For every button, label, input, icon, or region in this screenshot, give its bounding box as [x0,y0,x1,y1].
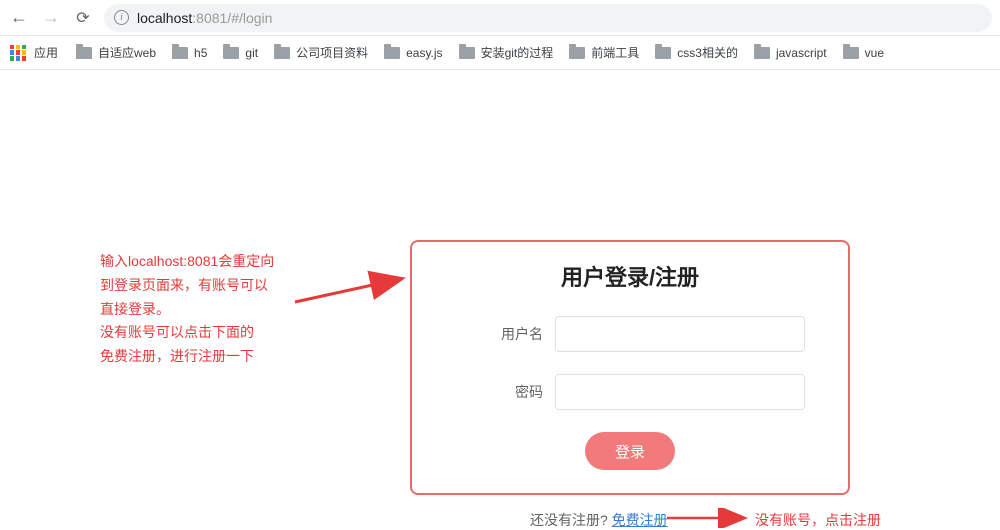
bookmark-item[interactable]: 前端工具 [565,44,643,61]
bookmark-item[interactable]: 安装git的过程 [455,44,558,61]
login-button[interactable]: 登录 [585,432,675,470]
folder-icon [655,47,671,59]
address-bar[interactable]: i localhost:8081/#/login [104,4,992,32]
url-text: localhost:8081/#/login [137,10,272,26]
login-card: 用户登录/注册 用户名 密码 登录 [410,240,850,495]
username-label: 用户名 [455,324,555,344]
bookmark-item[interactable]: 公司项目资料 [270,44,372,61]
folder-icon [223,47,239,59]
bookmark-item[interactable]: 自适应web [72,44,160,61]
forward-button[interactable]: → [40,7,62,28]
folder-icon [459,47,475,59]
password-label: 密码 [455,382,555,402]
reload-button[interactable]: ⟳ [72,8,94,28]
register-prompt: 还没有注册? 免费注册 [530,510,668,530]
apps-label[interactable]: 应用 [34,44,58,61]
folder-icon [76,47,92,59]
back-button[interactable]: ← [8,7,30,28]
annotation-left: 输入localhost:8081会重定向 到登录页面来，有账号可以 直接登录。 … [100,250,274,369]
folder-icon [172,47,188,59]
folder-icon [274,47,290,59]
register-link[interactable]: 免费注册 [612,512,668,528]
folder-icon [754,47,770,59]
folder-icon [843,47,859,59]
site-info-icon[interactable]: i [114,10,129,25]
arrow-icon [665,508,755,528]
login-title: 用户登录/注册 [432,260,828,292]
annotation-right: 没有账号，点击注册 [755,510,881,530]
arrow-icon [290,267,420,327]
password-row: 密码 [432,374,828,410]
username-row: 用户名 [432,316,828,352]
browser-toolbar: ← → ⟳ i localhost:8081/#/login [0,0,1000,36]
bookmark-item[interactable]: vue [839,46,888,60]
bookmarks-bar: 应用 自适应web h5 git 公司项目资料 easy.js 安装git的过程… [0,36,1000,70]
username-input[interactable] [555,316,805,352]
password-input[interactable] [555,374,805,410]
bookmark-item[interactable]: easy.js [380,46,446,60]
bookmark-item[interactable]: git [219,46,262,60]
bookmark-item[interactable]: javascript [750,46,831,60]
folder-icon [569,47,585,59]
apps-icon[interactable] [10,45,26,61]
bookmark-item[interactable]: h5 [168,46,211,60]
page-content: 输入localhost:8081会重定向 到登录页面来，有账号可以 直接登录。 … [0,70,1000,500]
folder-icon [384,47,400,59]
bookmark-item[interactable]: css3相关的 [651,44,742,61]
